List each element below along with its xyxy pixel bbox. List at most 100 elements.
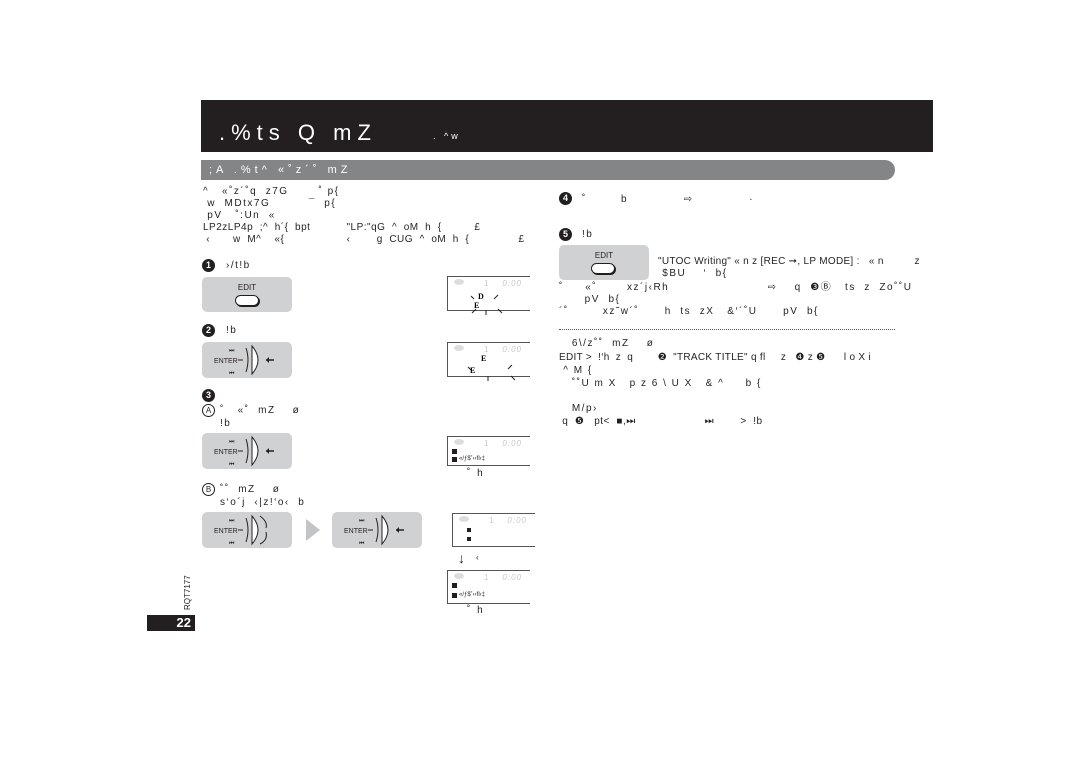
next-arrow-icon — [306, 519, 320, 541]
lcd-display-3b-1: 1 0:00 — [452, 513, 535, 547]
edit-button[interactable] — [591, 263, 615, 274]
svg-text:E: E — [470, 366, 475, 375]
cursor-block — [467, 537, 471, 541]
step-1-label: ›/t!b — [226, 260, 251, 271]
enter-jog-panel: ⏭ ENTER ⏮ — [202, 342, 292, 378]
document-code: RQT7177 — [183, 575, 192, 610]
page-subtitle: . ^w — [433, 131, 461, 141]
notes-line: q ❺ pt< ■,⏭ ⏭ > !b — [559, 416, 763, 427]
lcd-track: 1 — [489, 516, 494, 525]
detail-line: ´˚ xz˜w´˚ h ts zX &‘´˚U pV b{ — [559, 306, 819, 317]
cursor-block — [452, 457, 457, 462]
step-2-label: !b — [226, 325, 238, 336]
notes-line: ˚˚U m X p z 6 \ U X & ^ b { — [559, 378, 762, 389]
enter-jog-dial-icon[interactable]: ⏭ ENTER ⏮ — [332, 512, 422, 548]
lcd-title-text: «/ƒ$˚‹‹fl‹‡ — [459, 592, 486, 598]
enter-jog-panel: ⏭ ENTER ⏮ — [202, 433, 292, 469]
enter-jog-dial-icon[interactable]: ⏭ ENTER ⏮ — [202, 433, 292, 469]
step-5-number: 5 — [559, 228, 572, 241]
step-5-note: $BU ‘ b{ — [658, 268, 728, 279]
svg-text:⏮: ⏮ — [229, 461, 235, 468]
enter-jog-turn-panel: ⏭ ENTER ⏮ — [202, 512, 292, 548]
step-3a-caption: ˚ h — [467, 468, 485, 479]
notes-line: EDIT > !‘h z q ❷ "TRACK TITLE" q fl z ❹ … — [559, 352, 871, 363]
svg-text:ENTER: ENTER — [214, 528, 238, 535]
edit-label: EDIT — [594, 251, 614, 260]
svg-text:D: D — [478, 292, 484, 301]
notes-line: ^ M { — [559, 365, 593, 376]
lcd-track: 1 — [484, 573, 489, 582]
option-b-marker: B — [202, 483, 215, 496]
svg-text:E: E — [474, 301, 479, 310]
step-5-note: "UTOC Writing" « n z [REC ➞, LP MODE] : … — [658, 256, 920, 267]
page-header-bar: .%ts Q mZ . ^w — [201, 100, 933, 152]
step-3b-caption: ˚ h — [467, 605, 485, 616]
intro-line: ‹ w M^ «{ ‹ g CUG ^ oM h { £ — [203, 234, 525, 245]
cursor-block — [452, 593, 457, 598]
svg-text:⏭: ⏭ — [229, 517, 235, 524]
jog-dial-turn-icon[interactable]: ⏭ ENTER ⏮ — [202, 512, 292, 548]
svg-text:ENTER: ENTER — [214, 358, 238, 365]
step-4-number: 4 — [559, 192, 572, 205]
edit-label: EDIT — [237, 283, 257, 292]
notes-heading-2: M/p› — [559, 403, 598, 414]
svg-text:⏭: ⏭ — [229, 438, 235, 445]
disc-icon — [454, 439, 464, 445]
intro-line: ^ «˚z´˚q z7G ˚ p{ — [203, 186, 340, 197]
cursor-block — [452, 583, 457, 588]
svg-text:E: E — [481, 354, 486, 363]
divider — [559, 329, 895, 330]
lcd-display-1: 1 0:00 D E — [447, 276, 530, 315]
blink-rays-icon: D E — [470, 292, 503, 315]
svg-text:⏮: ⏮ — [229, 370, 235, 377]
step-1-number: 1 — [202, 259, 215, 272]
svg-text:⏭: ⏭ — [359, 517, 365, 524]
page-number: 22 — [147, 615, 195, 631]
step-5-details: ˚ «˚ xz´j‹Rh ⇨ q ❸Ⓑ ts z Zo˚˚U pV b{ ´˚ … — [559, 282, 912, 318]
edit-button-panel: EDIT — [559, 245, 649, 280]
section-header-bar: ;A .%t^ «˚z´˚ mZ — [201, 160, 895, 180]
disc-icon — [459, 516, 469, 522]
option-a-marker: A — [202, 404, 215, 417]
page-title: .%ts Q mZ — [219, 120, 377, 145]
step-3a-sub: !b — [220, 418, 232, 429]
down-arrow-icon: ↓ — [458, 550, 465, 566]
lcd-track: 1 — [484, 439, 489, 448]
edit-button[interactable] — [235, 295, 259, 306]
detail-line: ˚ «˚ xz´j‹Rh ⇨ q ❸Ⓑ ts z Zo˚˚U — [559, 282, 913, 293]
cursor-block — [467, 528, 471, 532]
step-2-number: 2 — [202, 324, 215, 337]
intro-text: ^ «˚z´˚q z7G ˚ p{ w MDtx7G ¯ p{ pV ˚:Un … — [203, 186, 525, 246]
step-5-label: !b — [582, 229, 594, 240]
intro-line: pV ˚:Un « — [203, 210, 276, 221]
step-3b-sub: s‘o´j ‹|z!‘o‹ b — [220, 497, 306, 508]
disc-icon — [454, 573, 464, 579]
lcd-display-2: 1 0:00 E E — [447, 342, 530, 381]
lcd-title-text: «/ƒ$˚‹‹fl‹‡ — [459, 456, 486, 462]
svg-text:⏭: ⏭ — [229, 347, 235, 354]
section-title: ;A .%t^ «˚z´˚ mZ — [209, 164, 352, 176]
detail-line: pV b{ — [559, 294, 621, 305]
enter-jog-panel: ⏭ ENTER ⏮ — [332, 512, 422, 548]
intro-line: LP2zLP4p ;^ h´{ bpt "LP:"qG ^ oM h { £ — [203, 222, 481, 233]
intro-line: w MDtx7G ¯ p{ — [203, 198, 337, 209]
step-3b-mid-caption: ‹ — [476, 553, 479, 562]
lcd-display-3a: 1 0:00 «/ƒ$˚‹‹fl‹‡ — [447, 436, 530, 466]
blink-rays-icon: E E — [467, 354, 516, 381]
step-3-number: 3 — [202, 389, 215, 402]
step-3a-label: ˚ «˚ mZ ø — [220, 405, 301, 416]
svg-text:ENTER: ENTER — [214, 449, 238, 456]
edit-button-panel: EDIT — [202, 277, 292, 312]
lcd-display-3b-2: 1 0:00 «/ƒ$˚‹‹fl‹‡ — [447, 570, 530, 604]
step-3b-label: ˚˚ mZ ø — [220, 484, 281, 495]
enter-jog-dial-icon[interactable]: ⏭ ENTER ⏮ — [202, 342, 292, 378]
step-4-label: ˚ b ⇨ · — [582, 194, 755, 205]
lcd-time: 0:00 — [507, 516, 527, 525]
notes-heading: 6\/z˚˚ mZ ø — [559, 338, 655, 349]
svg-text:ENTER: ENTER — [344, 528, 368, 535]
lcd-time: 0:00 — [502, 573, 522, 582]
svg-text:⏮: ⏮ — [229, 540, 235, 547]
lcd-time: 0:00 — [502, 439, 522, 448]
svg-text:⏮: ⏮ — [359, 540, 365, 547]
cursor-block — [452, 449, 457, 454]
